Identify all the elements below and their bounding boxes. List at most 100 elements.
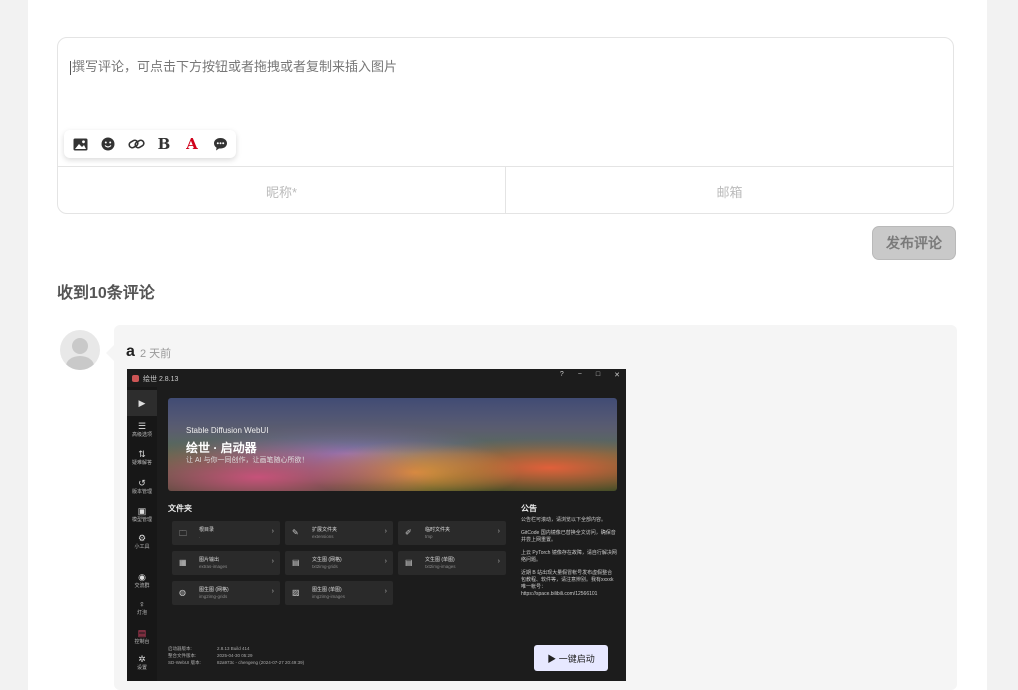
- bold-icon[interactable]: B: [154, 134, 174, 154]
- folder-name: 图生图 (单图): [312, 587, 342, 593]
- comment-icon[interactable]: [210, 134, 230, 154]
- text-caret: [70, 60, 71, 75]
- sidebar-item-label: 高级选项: [131, 432, 152, 438]
- link-icon[interactable]: [126, 134, 146, 154]
- settings-icon: ✲: [138, 654, 146, 664]
- sidebar-item: ✲ 设置: [127, 654, 157, 671]
- folder-path: txt2img-images: [425, 564, 456, 569]
- comment-time: 2 天前: [140, 348, 172, 360]
- sidebar-item: ▣ 模型管理: [127, 506, 157, 523]
- one-click-launch-button: ▶ 一键启动: [534, 645, 608, 671]
- folder-icon: 🗀: [179, 529, 187, 538]
- emoji-icon[interactable]: [98, 134, 118, 154]
- avatar: [60, 330, 100, 370]
- comment-input[interactable]: 撰写评论，可点击下方按钮或者拖拽或者复制来插入图片: [70, 56, 397, 75]
- email-input[interactable]: 邮箱: [505, 167, 953, 213]
- chevron-right-icon: ›: [271, 588, 274, 595]
- chevron-right-icon: ›: [497, 528, 500, 535]
- grid-icon: ▦: [179, 558, 187, 567]
- folder-name: 扩展文件夹: [312, 527, 338, 533]
- sidebar-item-label: 小工具: [134, 544, 150, 550]
- comment-editor: 撰写评论，可点击下方按钮或者拖拽或者复制来插入图片 B A 昵称* 邮箱: [57, 37, 954, 214]
- version-values: 2.8.13 Build 414 2025-04-30 05:29 82a973…: [217, 645, 337, 666]
- window-controls: ? − □ ✕: [560, 371, 620, 379]
- sidebar-item-label: 模型管理: [131, 517, 152, 523]
- troubleshoot-icon: ⇅: [138, 449, 146, 459]
- nickname-input[interactable]: 昵称*: [58, 167, 505, 213]
- folder-path: .: [199, 534, 201, 539]
- notice-title: 公告: [521, 504, 537, 513]
- sidebar-item-label: 交流群: [134, 583, 150, 589]
- broom-icon: ✐: [405, 528, 412, 537]
- palette-icon: ◍: [179, 588, 186, 597]
- sidebar-item: ⚙ 小工具: [127, 533, 157, 550]
- notice-line: 近期 B 站出现大量假冒帐号发布虚假整合包教程、软件等，请注意辨别。我有xxxx…: [521, 570, 614, 597]
- folder-path: tmp: [425, 534, 433, 539]
- comments-count-title: 收到10条评论: [57, 285, 155, 302]
- sidebar-item: ▤ 控制台: [127, 628, 157, 645]
- app-title: 绘世 2.8.13: [143, 376, 179, 383]
- version-value: 2.8.13 Build 414: [217, 646, 250, 651]
- font-color-icon[interactable]: A: [182, 134, 202, 154]
- folder-path: img2img-grids: [199, 594, 228, 599]
- sidebar-item-label: 控制台: [134, 639, 150, 645]
- notice-line: GitCode 国内镜像已替换全文访问，确保音并尝上网重置。: [521, 530, 616, 543]
- document-icon: ▤: [405, 558, 413, 567]
- image-icon[interactable]: [70, 134, 90, 154]
- folder-card: ▦ 图片输出 extras-images ›: [172, 551, 280, 575]
- close-icon: ✕: [614, 372, 620, 379]
- lightbulb-icon: ♀: [138, 599, 146, 609]
- notice-line: 上云 PyTorch 镜像存在故障，请自行解决网络问题。: [521, 550, 617, 563]
- play-icon: ▶: [138, 398, 146, 408]
- chevron-right-icon: ›: [497, 558, 500, 565]
- version-value: 2025-04-30 05:29: [217, 653, 253, 658]
- chevron-right-icon: ›: [384, 528, 387, 535]
- editor-toolbar: B A: [64, 130, 236, 158]
- minimize-icon: −: [577, 371, 582, 378]
- notice-panel: 公告栏可滚动，请浏览以下全部内容。 GitCode 国内镜像已替换全文访问，确保…: [521, 517, 617, 631]
- folder-card: ▨ 图生图 (单图) img2img-images ›: [285, 581, 393, 605]
- folder-card: ✐ 临时文件夹 tmp ›: [398, 521, 506, 545]
- folder-name: 图生图 (网格): [199, 587, 229, 593]
- picture-icon: ▨: [292, 588, 300, 597]
- folder-path: img2img-images: [312, 594, 346, 599]
- chevron-right-icon: ›: [271, 528, 274, 535]
- comment-item: a 2 天前 绘世 2.8.13 ? − □ ✕ ▶ ☰ 高级选项 ⇅ 疑难解答 ↺…: [106, 325, 957, 690]
- folder-path: txt2img-grids: [312, 564, 338, 569]
- submit-comment-button[interactable]: 发布评论: [872, 226, 956, 260]
- sidebar-item-label: 疑难解答: [131, 460, 152, 466]
- folder-path: extensions: [312, 534, 334, 539]
- app-banner: Stable Diffusion WebUI 绘世 · 启动器 让 AI 与你一…: [168, 398, 617, 491]
- comment-placeholder: 撰写评论，可点击下方按钮或者拖拽或者复制来插入图片: [72, 59, 398, 74]
- console-icon: ▤: [137, 628, 147, 638]
- folder-card: ◍ 图生图 (网格) img2img-grids ›: [172, 581, 280, 605]
- page: 撰写评论，可点击下方按钮或者拖拽或者复制来插入图片 B A 昵称* 邮箱 发布评…: [28, 0, 987, 690]
- sidebar-item: ⇅ 疑难解答: [127, 449, 157, 466]
- author-fields: 昵称* 邮箱: [58, 166, 953, 213]
- sidebar-item: ◉ 交流群: [127, 572, 157, 589]
- version-info: 启动器版本: 整合文件版本: SD-WebUI 版本: 2.8.13 Build…: [168, 645, 304, 666]
- app-title-bar: 绘世 2.8.13 ? − □ ✕: [127, 369, 626, 387]
- comment-attached-image[interactable]: 绘世 2.8.13 ? − □ ✕ ▶ ☰ 高级选项 ⇅ 疑难解答 ↺ 版本管理 ▣ 模…: [127, 369, 626, 681]
- notice-line: 公告栏可滚动，请浏览以下全部内容。: [521, 517, 607, 523]
- banner-slogan: 让 AI 与你一同创作，让画笔随心所欲！: [186, 457, 309, 464]
- app-sidebar: ▶ ☰ 高级选项 ⇅ 疑难解答 ↺ 版本管理 ▣ 模型管理 ⚙ 小工具 ◉ 交流群 ♀ 灯泡 …: [127, 387, 157, 681]
- version-label: 启动器版本:: [168, 646, 192, 651]
- sidebar-item: ☰ 高级选项: [127, 421, 157, 438]
- version-label: SD-WebUI 版本:: [168, 660, 201, 665]
- folder-card: ✎ 扩展文件夹 extensions ›: [285, 521, 393, 545]
- chevron-right-icon: ›: [384, 558, 387, 565]
- chevron-right-icon: ›: [384, 588, 387, 595]
- banner-title: 绘世 · 启动器: [186, 441, 257, 455]
- folder-name: 根目录: [199, 527, 215, 533]
- sidebar-item-label: 设置: [136, 665, 147, 671]
- sidebar-item-launch: ▶: [127, 390, 157, 416]
- version-label: 整合文件版本:: [168, 653, 197, 658]
- folder-card: ▤ 文生图 (单图) txt2img-images ›: [398, 551, 506, 575]
- comment-author[interactable]: a: [126, 343, 135, 361]
- sidebar-item-label: 版本管理: [131, 489, 152, 495]
- banner-subtitle: Stable Diffusion WebUI: [186, 426, 269, 435]
- folder-name: 文生图 (单图): [425, 557, 455, 563]
- sidebar-item: ↺ 版本管理: [127, 478, 157, 495]
- folder-name: 文生图 (网格): [312, 557, 342, 563]
